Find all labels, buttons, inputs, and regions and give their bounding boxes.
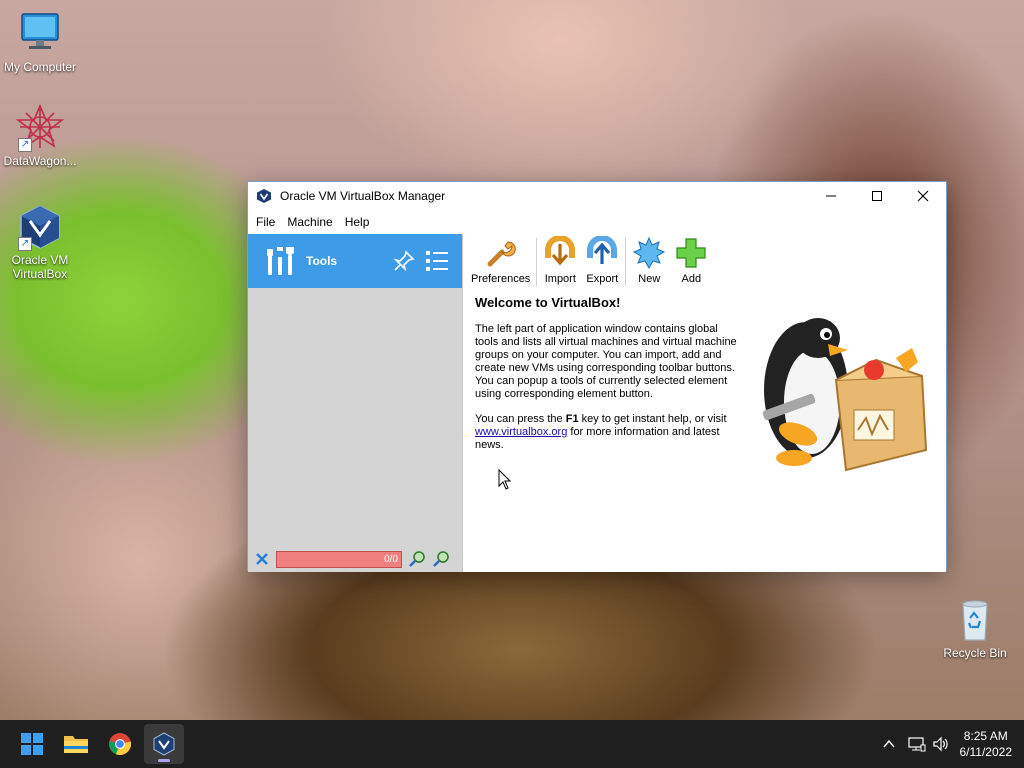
desktop-icon-recycle-bin[interactable]: Recycle Bin	[935, 596, 1015, 660]
window-title: Oracle VM VirtualBox Manager	[280, 189, 446, 203]
tools-item[interactable]: Tools	[248, 234, 462, 288]
add-button[interactable]: Add	[670, 236, 712, 285]
menu-help[interactable]: Help	[339, 215, 376, 229]
toolbar-label: Import	[544, 273, 576, 285]
tools-label: Tools	[306, 254, 338, 268]
preferences-button[interactable]: Preferences	[467, 236, 534, 285]
penguin-toolbox-illustration	[762, 318, 928, 472]
help-text: You can press the	[475, 413, 566, 425]
export-icon	[587, 236, 618, 264]
import-icon	[545, 236, 576, 266]
system-tray: 8:25 AM 6/11/2022	[882, 720, 1024, 768]
toolbar-label: New	[638, 273, 661, 285]
minimize-button[interactable]	[808, 182, 854, 210]
clock-time: 8:25 AM	[963, 729, 1008, 743]
welcome-help-paragraph: You can press the F1 key to get instant …	[475, 413, 737, 452]
file-explorer-icon	[64, 736, 88, 753]
desktop-icon-datawagon[interactable]: ↗ DataWagon...	[0, 103, 80, 168]
new-icon	[633, 236, 666, 270]
start-icon	[21, 733, 43, 755]
desktop-icon-label: DataWagon...	[3, 154, 77, 168]
f1-key: F1	[565, 413, 579, 425]
list-menu-icon[interactable]	[424, 248, 450, 274]
virtualbox-icon	[153, 732, 175, 756]
add-icon	[676, 238, 706, 268]
machine-list-pane: Tools 0/0	[248, 234, 462, 572]
desktop-icon-label: My Computer	[3, 60, 77, 74]
toolbar-label: Export	[586, 273, 619, 285]
menu-machine[interactable]: Machine	[281, 215, 338, 229]
desktop-icon-my-computer[interactable]: My Computer	[0, 10, 80, 74]
network-icon[interactable]	[907, 736, 926, 752]
shortcut-arrow-icon: ↗	[18, 138, 32, 152]
virtualbox-icon: ↗	[16, 203, 64, 251]
desktop-icon-label: Recycle Bin	[943, 646, 1007, 660]
virtualbox-taskbar-button[interactable]	[144, 724, 184, 764]
new-button[interactable]: New	[628, 236, 670, 285]
maximize-icon	[872, 191, 882, 201]
clear-search-icon[interactable]	[254, 551, 270, 567]
details-pane: Preferences Import Export New Add Welcom…	[462, 234, 946, 572]
close-icon	[917, 190, 929, 202]
import-button[interactable]: Import	[539, 236, 581, 285]
virtualbox-icon	[257, 189, 271, 203]
global-toolbar: Preferences Import Export New Add	[463, 234, 946, 290]
start-button[interactable]	[12, 724, 52, 764]
menu-file[interactable]: File	[250, 215, 281, 229]
shortcut-arrow-icon: ↗	[18, 237, 32, 251]
toolbar-separator	[536, 238, 538, 286]
virtualbox-manager-window: Oracle VM VirtualBox Manager File Machin…	[247, 181, 947, 572]
tools-icon	[267, 247, 294, 275]
preferences-icon	[487, 241, 516, 267]
mouse-cursor-icon	[498, 469, 512, 490]
vm-search-row: 0/0	[254, 550, 450, 568]
welcome-heading: Welcome to VirtualBox!	[475, 295, 621, 310]
chrome-icon	[109, 733, 132, 756]
search-next-icon[interactable]	[432, 550, 450, 568]
welcome-paragraph: The left part of application window cont…	[475, 323, 737, 400]
close-button[interactable]	[900, 182, 946, 210]
desktop-icon-virtualbox[interactable]: ↗ Oracle VM VirtualBox	[0, 203, 80, 281]
export-button[interactable]: Export	[581, 236, 623, 285]
recycle-bin-icon	[951, 596, 999, 644]
datawagon-icon: ↗	[15, 103, 65, 152]
toolbar-separator	[625, 238, 627, 286]
toolbar-label: Add	[681, 273, 702, 285]
taskbar: 8:25 AM 6/11/2022	[0, 720, 1024, 768]
chevron-up-icon[interactable]	[882, 737, 896, 751]
minimize-icon	[826, 195, 836, 197]
help-text: key to get instant help, or visit	[578, 413, 727, 425]
monitor-icon	[16, 10, 64, 58]
clock[interactable]: 8:25 AM 6/11/2022	[960, 728, 1013, 760]
desktop-icon-label: Oracle VM VirtualBox	[11, 253, 69, 281]
toolbar-label: Preferences	[471, 273, 531, 285]
maximize-button[interactable]	[854, 182, 900, 210]
volume-icon[interactable]	[932, 736, 950, 752]
vm-search-input[interactable]: 0/0	[276, 550, 402, 568]
welcome-text: Welcome to VirtualBox! The left part of …	[475, 296, 737, 464]
menu-bar: File Machine Help	[248, 210, 946, 234]
title-bar[interactable]: Oracle VM VirtualBox Manager	[248, 182, 946, 210]
chrome-button[interactable]	[100, 724, 140, 764]
search-previous-icon[interactable]	[408, 550, 426, 568]
virtualbox-link[interactable]: www.virtualbox.org	[475, 426, 567, 438]
clock-date: 6/11/2022	[959, 745, 1013, 759]
file-explorer-button[interactable]	[56, 724, 96, 764]
pin-icon[interactable]	[392, 249, 416, 273]
